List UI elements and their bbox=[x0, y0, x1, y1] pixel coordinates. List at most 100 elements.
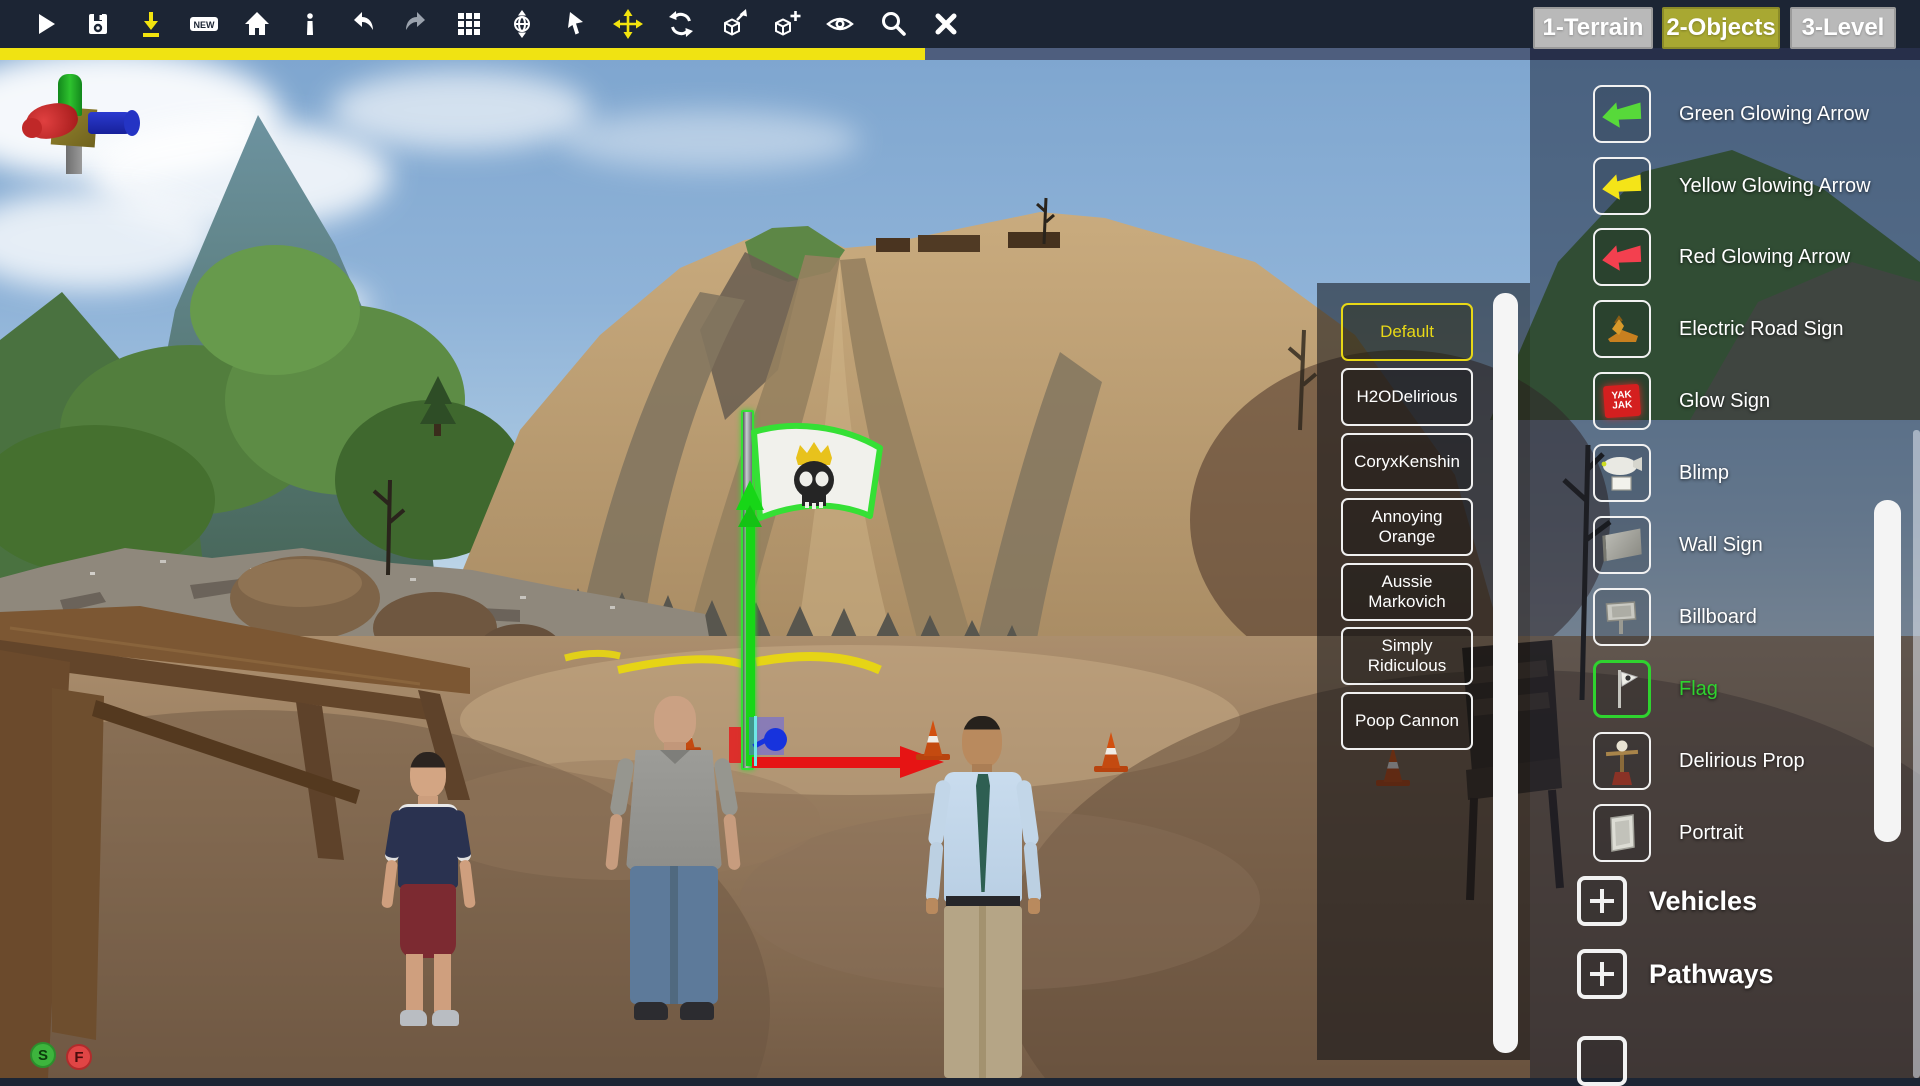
skin-option-default[interactable]: Default bbox=[1341, 303, 1473, 361]
undo-button[interactable] bbox=[336, 0, 389, 48]
skin-option-h2odelirious[interactable]: H2ODelirious bbox=[1341, 368, 1473, 426]
glow-sign-icon: YAK JAK bbox=[1603, 384, 1641, 418]
move-icon bbox=[613, 9, 643, 39]
redo-icon bbox=[401, 9, 431, 39]
object-item-blimp[interactable]: Blimp bbox=[1593, 444, 1913, 502]
object-item-label: Red Glowing Arrow bbox=[1679, 245, 1897, 269]
traffic-cone bbox=[1098, 732, 1128, 772]
info-button[interactable] bbox=[283, 0, 336, 48]
object-item-label: Electric Road Sign bbox=[1679, 317, 1897, 341]
tab-level[interactable]: 3-Level bbox=[1790, 7, 1896, 49]
road-sign-icon bbox=[1601, 311, 1643, 347]
group-label: Vehicles bbox=[1649, 886, 1757, 917]
move-button[interactable] bbox=[601, 0, 654, 48]
gizmo-axis-highlight bbox=[754, 716, 757, 766]
import-button[interactable] bbox=[124, 0, 177, 48]
delirious-prop-icon bbox=[1599, 736, 1645, 786]
play-button[interactable] bbox=[18, 0, 71, 48]
object-item-delirious-prop[interactable]: Delirious Prop bbox=[1593, 732, 1913, 790]
object-item-label: Flag bbox=[1679, 677, 1897, 701]
gizmo-y-arrowhead[interactable] bbox=[738, 505, 762, 527]
character-heavy-man[interactable] bbox=[614, 696, 734, 1036]
scale-icon bbox=[719, 9, 749, 39]
object-item-electric-road-sign[interactable]: Electric Road Sign bbox=[1593, 300, 1913, 358]
undo-icon bbox=[348, 9, 378, 39]
flag-icon bbox=[1601, 666, 1643, 712]
character-boy[interactable] bbox=[388, 752, 478, 1042]
home-icon bbox=[242, 9, 272, 39]
search-icon bbox=[878, 9, 908, 39]
object-item-label: Delirious Prop bbox=[1679, 749, 1897, 773]
tab-objects[interactable]: 2-Objects bbox=[1662, 7, 1780, 49]
import-icon bbox=[136, 9, 166, 39]
object-item-label: Portrait bbox=[1679, 821, 1897, 845]
close-icon bbox=[931, 9, 961, 39]
object-item-green-glowing-arrow[interactable]: Green Glowing Arrow bbox=[1593, 85, 1913, 143]
yellow-arrow-icon bbox=[1600, 169, 1644, 203]
progress-track bbox=[925, 48, 1530, 60]
eye-icon bbox=[825, 9, 855, 39]
object-item-portrait[interactable]: Portrait bbox=[1593, 804, 1913, 862]
blimp-icon bbox=[1599, 452, 1645, 494]
grid-button[interactable] bbox=[442, 0, 495, 48]
add-object-button[interactable] bbox=[760, 0, 813, 48]
flag-skin-panel: Default H2ODelirious CoryxKenshin Annoyi… bbox=[1317, 283, 1530, 1060]
orbit-globe-icon bbox=[507, 9, 537, 39]
skin-option-poop-cannon[interactable]: Poop Cannon bbox=[1341, 692, 1473, 750]
object-item-flag[interactable]: Flag bbox=[1593, 660, 1913, 718]
svg-text:NEW: NEW bbox=[193, 20, 215, 30]
billboard-icon bbox=[1601, 596, 1643, 638]
redo-button[interactable] bbox=[389, 0, 442, 48]
red-arrow-icon bbox=[1600, 240, 1644, 274]
plus-icon bbox=[1587, 959, 1617, 989]
object-panel-scrollbar[interactable] bbox=[1874, 500, 1901, 842]
toolbar-progress-strip bbox=[0, 48, 1920, 60]
new-badge-icon: NEW bbox=[188, 9, 220, 39]
group-partial[interactable] bbox=[1577, 1036, 1907, 1086]
object-item-yellow-glowing-arrow[interactable]: Yellow Glowing Arrow bbox=[1593, 157, 1913, 215]
gizmo-x-axis[interactable] bbox=[752, 757, 902, 768]
start-marker-badge: S bbox=[30, 1042, 56, 1068]
object-item-label: Green Glowing Arrow bbox=[1679, 102, 1897, 126]
flag-cloth[interactable] bbox=[748, 420, 888, 538]
object-item-label: Yellow Glowing Arrow bbox=[1679, 174, 1897, 198]
search-button[interactable] bbox=[866, 0, 919, 48]
orbit-button[interactable] bbox=[495, 0, 548, 48]
green-arrow-icon bbox=[1600, 97, 1644, 131]
skin-option-aussie-markovich[interactable]: Aussie Markovich bbox=[1341, 563, 1473, 621]
skin-option-annoying-orange[interactable]: Annoying Orange bbox=[1341, 498, 1473, 556]
group-pathways[interactable]: Pathways bbox=[1577, 949, 1907, 999]
progress-fill bbox=[0, 48, 925, 60]
object-item-label: Blimp bbox=[1679, 461, 1897, 485]
skin-option-simply-ridiculous[interactable]: Simply Ridiculous bbox=[1341, 627, 1473, 685]
close-button[interactable] bbox=[919, 0, 972, 48]
save-button[interactable] bbox=[71, 0, 124, 48]
object-item-billboard[interactable]: Billboard bbox=[1593, 588, 1913, 646]
group-label: Pathways bbox=[1649, 959, 1774, 990]
character-tie-man[interactable] bbox=[936, 716, 1060, 1078]
skin-option-coryxkenshin[interactable]: CoryxKenshin bbox=[1341, 433, 1473, 491]
window-scrollbar[interactable] bbox=[1913, 430, 1920, 1078]
object-item-red-glowing-arrow[interactable]: Red Glowing Arrow bbox=[1593, 228, 1913, 286]
object-item-wall-sign[interactable]: Wall Sign bbox=[1593, 516, 1913, 574]
rotate-icon bbox=[666, 9, 696, 39]
object-panel: Green Glowing Arrow Yellow Glowing Arrow… bbox=[1530, 48, 1920, 1078]
object-item-label: Glow Sign bbox=[1679, 389, 1897, 413]
wall-sign-icon bbox=[1602, 528, 1641, 561]
cursor-icon bbox=[560, 9, 590, 39]
skin-panel-scrollbar[interactable] bbox=[1493, 293, 1518, 1053]
rotate-button[interactable] bbox=[654, 0, 707, 48]
select-button[interactable] bbox=[548, 0, 601, 48]
visibility-button[interactable] bbox=[813, 0, 866, 48]
gizmo-z-handle[interactable] bbox=[764, 728, 787, 751]
finish-marker-badge: F bbox=[66, 1044, 92, 1070]
new-button[interactable]: NEW bbox=[177, 0, 230, 48]
tab-terrain[interactable]: 1-Terrain bbox=[1533, 7, 1653, 49]
scale-button[interactable] bbox=[707, 0, 760, 48]
group-vehicles[interactable]: Vehicles bbox=[1577, 876, 1907, 926]
object-item-label: Wall Sign bbox=[1679, 533, 1897, 557]
plus-icon bbox=[1587, 886, 1617, 916]
save-icon bbox=[83, 9, 113, 39]
home-button[interactable] bbox=[230, 0, 283, 48]
object-item-glow-sign[interactable]: YAK JAK Glow Sign bbox=[1593, 372, 1913, 430]
